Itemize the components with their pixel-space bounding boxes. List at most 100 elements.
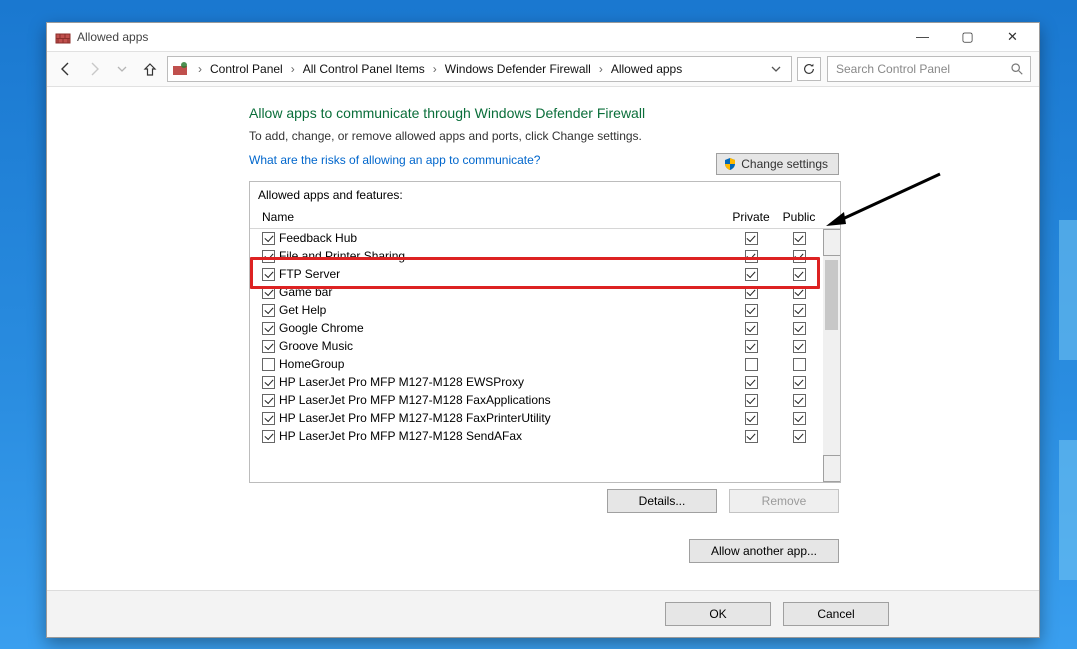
breadcrumb-item[interactable]: Control Panel [210, 62, 283, 76]
chevron-right-icon[interactable]: › [427, 62, 443, 76]
enable-checkbox[interactable] [262, 286, 275, 299]
public-checkbox[interactable] [793, 286, 806, 299]
enable-checkbox[interactable] [262, 304, 275, 317]
table-row[interactable]: FTP Server [250, 265, 823, 283]
enable-checkbox[interactable] [262, 358, 275, 371]
enable-checkbox[interactable] [262, 340, 275, 353]
private-checkbox[interactable] [745, 286, 758, 299]
title-bar[interactable]: Allowed apps — ▢ ✕ [47, 23, 1039, 51]
details-button[interactable]: Details... [607, 489, 717, 513]
scroll-down-button[interactable] [823, 455, 840, 482]
public-checkbox[interactable] [793, 340, 806, 353]
table-row[interactable]: File and Printer Sharing [250, 247, 823, 265]
enable-checkbox[interactable] [262, 232, 275, 245]
address-dropdown-button[interactable] [765, 64, 787, 74]
search-box[interactable] [827, 56, 1031, 82]
column-public[interactable]: Public [775, 210, 823, 224]
app-name-label: HP LaserJet Pro MFP M127-M128 FaxApplica… [279, 393, 551, 407]
change-settings-button[interactable]: Change settings [716, 153, 839, 175]
private-checkbox[interactable] [745, 358, 758, 371]
private-checkbox[interactable] [745, 268, 758, 281]
public-checkbox[interactable] [793, 394, 806, 407]
search-input[interactable] [834, 61, 1004, 77]
chevron-right-icon[interactable]: › [285, 62, 301, 76]
chevron-right-icon[interactable]: › [192, 62, 208, 76]
column-name[interactable]: Name [262, 210, 727, 224]
breadcrumb-item[interactable]: Allowed apps [611, 62, 682, 76]
public-checkbox[interactable] [793, 430, 806, 443]
allowed-apps-panel: Allowed apps and features: Name Private … [249, 181, 841, 483]
scroll-up-button[interactable] [823, 229, 840, 256]
firewall-icon [55, 29, 71, 45]
search-icon[interactable] [1010, 62, 1024, 76]
table-row[interactable]: HP LaserJet Pro MFP M127-M128 SendAFax [250, 427, 823, 445]
enable-checkbox[interactable] [262, 322, 275, 335]
table-row[interactable]: Feedback Hub [250, 229, 823, 247]
panel-buttons: Details... Remove [249, 489, 839, 513]
breadcrumb-item[interactable]: Windows Defender Firewall [445, 62, 591, 76]
enable-checkbox[interactable] [262, 412, 275, 425]
enable-checkbox[interactable] [262, 250, 275, 263]
private-checkbox[interactable] [745, 322, 758, 335]
apps-list[interactable]: Feedback Hub File and Printer Sharing FTP … [250, 229, 823, 482]
enable-checkbox[interactable] [262, 268, 275, 281]
private-checkbox[interactable] [745, 340, 758, 353]
table-row[interactable]: HP LaserJet Pro MFP M127-M128 FaxPrinter… [250, 409, 823, 427]
public-checkbox[interactable] [793, 412, 806, 425]
forward-button[interactable] [83, 58, 105, 80]
private-checkbox[interactable] [745, 304, 758, 317]
cancel-button[interactable]: Cancel [783, 602, 889, 626]
app-name-label: Get Help [279, 303, 326, 317]
column-private[interactable]: Private [727, 210, 775, 224]
risk-link[interactable]: What are the risks of allowing an app to… [249, 153, 716, 167]
private-checkbox[interactable] [745, 412, 758, 425]
remove-button[interactable]: Remove [729, 489, 839, 513]
app-name-label: HP LaserJet Pro MFP M127-M128 SendAFax [279, 429, 522, 443]
app-name-label: Feedback Hub [279, 231, 357, 245]
private-checkbox[interactable] [745, 394, 758, 407]
table-row[interactable]: Get Help [250, 301, 823, 319]
address-bar[interactable]: › Control Panel › All Control Panel Item… [167, 56, 792, 82]
scrollbar-thumb[interactable] [825, 260, 838, 330]
public-checkbox[interactable] [793, 250, 806, 263]
public-checkbox[interactable] [793, 268, 806, 281]
public-checkbox[interactable] [793, 232, 806, 245]
page-body: Allow apps to communicate through Window… [47, 87, 1039, 637]
app-name-label: Groove Music [279, 339, 353, 353]
table-row[interactable]: HP LaserJet Pro MFP M127-M128 FaxApplica… [250, 391, 823, 409]
window-title: Allowed apps [77, 30, 148, 44]
table-row[interactable]: HP LaserJet Pro MFP M127-M128 EWSProxy [250, 373, 823, 391]
refresh-button[interactable] [797, 57, 821, 81]
private-checkbox[interactable] [745, 376, 758, 389]
scrollbar-track[interactable] [823, 256, 840, 455]
vertical-scrollbar[interactable] [823, 229, 840, 482]
table-row[interactable]: HomeGroup [250, 355, 823, 373]
public-checkbox[interactable] [793, 322, 806, 335]
table-row[interactable]: Groove Music [250, 337, 823, 355]
private-checkbox[interactable] [745, 430, 758, 443]
maximize-button[interactable]: ▢ [945, 23, 990, 51]
back-button[interactable] [55, 58, 77, 80]
public-checkbox[interactable] [793, 304, 806, 317]
ok-button[interactable]: OK [665, 602, 771, 626]
breadcrumb-item[interactable]: All Control Panel Items [303, 62, 425, 76]
table-row[interactable]: Google Chrome [250, 319, 823, 337]
enable-checkbox[interactable] [262, 430, 275, 443]
table-row[interactable]: Game bar [250, 283, 823, 301]
recent-locations-button[interactable] [111, 58, 133, 80]
enable-checkbox[interactable] [262, 394, 275, 407]
enable-checkbox[interactable] [262, 376, 275, 389]
public-checkbox[interactable] [793, 376, 806, 389]
app-name-label: HomeGroup [279, 357, 344, 371]
page-subtitle: To add, change, or remove allowed apps a… [249, 129, 1039, 143]
close-button[interactable]: ✕ [990, 23, 1035, 51]
allow-another-app-button[interactable]: Allow another app... [689, 539, 839, 563]
private-checkbox[interactable] [745, 232, 758, 245]
app-name-label: FTP Server [279, 267, 340, 281]
up-button[interactable] [139, 58, 161, 80]
private-checkbox[interactable] [745, 250, 758, 263]
chevron-right-icon[interactable]: › [593, 62, 609, 76]
public-checkbox[interactable] [793, 358, 806, 371]
minimize-button[interactable]: — [900, 23, 945, 51]
app-name-label: HP LaserJet Pro MFP M127-M128 FaxPrinter… [279, 411, 551, 425]
